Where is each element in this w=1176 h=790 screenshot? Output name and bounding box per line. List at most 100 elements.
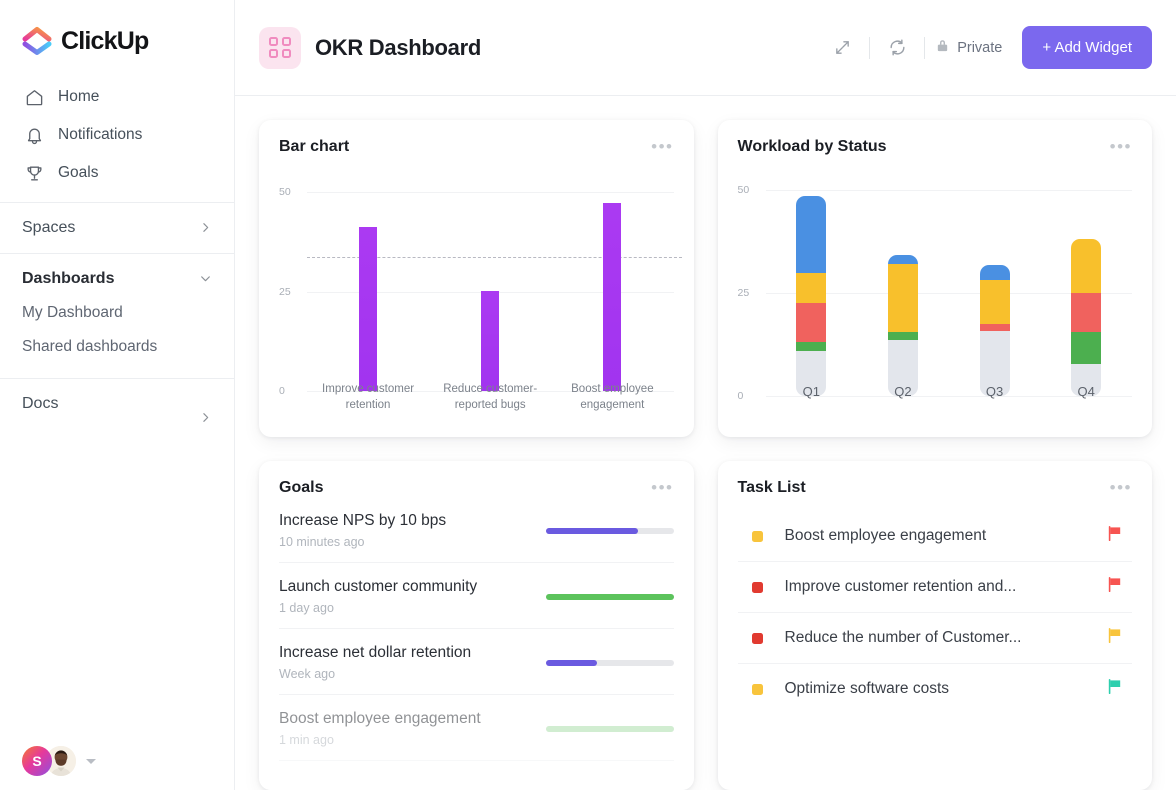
segment-complete bbox=[888, 255, 918, 264]
status-badge bbox=[752, 531, 763, 542]
status-badge bbox=[752, 684, 763, 695]
widget-workload-by-status: Workload by Status ••• 50 25 0 bbox=[718, 120, 1153, 437]
segment-in-progress bbox=[888, 332, 918, 340]
privacy-toggle[interactable]: Private bbox=[935, 38, 1002, 57]
goal-name: Increase NPS by 10 bps bbox=[279, 512, 546, 530]
chevron-right-icon bbox=[199, 221, 212, 236]
widget-menu-button[interactable]: ••• bbox=[1110, 479, 1132, 493]
goal-row[interactable]: Boost employee engagement 1 min ago bbox=[279, 695, 674, 761]
x-tick-label: Improve customer retention bbox=[302, 382, 434, 413]
stacked-bar bbox=[888, 255, 918, 396]
widget-title: Workload by Status bbox=[738, 138, 887, 156]
segment-review bbox=[796, 273, 826, 303]
home-icon bbox=[24, 87, 44, 107]
sidebar-item-label: Home bbox=[58, 88, 99, 106]
goal-progress-bar bbox=[546, 528, 674, 534]
user-menu[interactable]: S bbox=[0, 746, 96, 776]
trophy-icon bbox=[24, 163, 44, 183]
priority-flag-icon[interactable] bbox=[1108, 577, 1124, 597]
priority-flag-icon[interactable] bbox=[1108, 679, 1124, 699]
goal-progress-bar bbox=[546, 660, 674, 666]
widget-bar-chart: Bar chart ••• 50 25 0 Improve customer r… bbox=[259, 120, 694, 437]
app-root: ClickUp Home Notifications bbox=[0, 0, 1176, 790]
expand-arrows-icon[interactable] bbox=[825, 31, 859, 65]
main-area: OKR Dashboard bbox=[235, 0, 1176, 790]
segment-blocked bbox=[1071, 293, 1101, 332]
segment-in-progress bbox=[1071, 332, 1101, 364]
y-tick-label: 50 bbox=[279, 186, 301, 198]
task-row[interactable]: Boost employee engagement bbox=[738, 511, 1133, 562]
bar-group: Boost employee engagement bbox=[551, 170, 673, 420]
workload-chart: 50 25 0 bbox=[738, 168, 1133, 418]
stacked-plot: Q1 Q2 bbox=[766, 168, 1133, 418]
avatar[interactable]: S bbox=[22, 746, 52, 776]
task-row[interactable]: Optimize software costs bbox=[738, 664, 1133, 714]
spaces-label: Spaces bbox=[22, 219, 75, 237]
task-name: Reduce the number of Customer... bbox=[785, 629, 1109, 647]
widget-menu-button[interactable]: ••• bbox=[651, 138, 673, 152]
goal-progress-bar bbox=[546, 726, 674, 732]
stacked-bar bbox=[1071, 239, 1101, 396]
sidebar-item-dashboards[interactable]: Dashboards bbox=[0, 254, 234, 296]
y-tick-label: 25 bbox=[279, 286, 301, 298]
widget-task-list: Task List ••• Boost employee engagement … bbox=[718, 461, 1153, 790]
bar-group: Q2 bbox=[857, 168, 949, 418]
stacked-bar bbox=[796, 196, 826, 396]
x-tick-label: Q3 bbox=[986, 384, 1003, 399]
bar-group: Q3 bbox=[949, 168, 1041, 418]
bar-group: Q4 bbox=[1040, 168, 1132, 418]
dashboard-canvas: Bar chart ••• 50 25 0 Improve customer r… bbox=[235, 96, 1176, 790]
sidebar-item-goals[interactable]: Goals bbox=[0, 154, 234, 192]
task-row[interactable]: Improve customer retention and... bbox=[738, 562, 1133, 613]
bar-group: Q1 bbox=[766, 168, 858, 418]
bar-group: Improve customer retention bbox=[307, 170, 429, 420]
task-name: Boost employee engagement bbox=[785, 527, 1109, 545]
refresh-icon[interactable] bbox=[880, 31, 914, 65]
status-badge bbox=[752, 633, 763, 644]
stacked-bar bbox=[980, 265, 1010, 396]
segment-complete bbox=[796, 196, 826, 273]
sidebar-item-label: Notifications bbox=[58, 126, 142, 144]
goal-timestamp: 10 minutes ago bbox=[279, 535, 546, 549]
bell-icon bbox=[24, 125, 44, 145]
page-header: OKR Dashboard bbox=[235, 0, 1176, 96]
sidebar-item-my-dashboard[interactable]: My Dashboard bbox=[0, 296, 234, 330]
brand-name: ClickUp bbox=[61, 27, 148, 56]
chevron-down-icon[interactable] bbox=[86, 759, 96, 764]
goal-row[interactable]: Increase NPS by 10 bps 10 minutes ago bbox=[279, 497, 674, 563]
widget-menu-button[interactable]: ••• bbox=[1110, 138, 1132, 152]
brand-logo[interactable]: ClickUp bbox=[0, 0, 234, 74]
sidebar-item-home[interactable]: Home bbox=[0, 78, 234, 116]
add-widget-button[interactable]: + Add Widget bbox=[1022, 26, 1152, 69]
segment-blocked bbox=[980, 324, 1010, 331]
dashboard-grid-icon bbox=[259, 27, 301, 69]
status-badge bbox=[752, 582, 763, 593]
goal-row[interactable]: Increase net dollar retention Week ago bbox=[279, 629, 674, 695]
sidebar-item-spaces[interactable]: Spaces bbox=[0, 203, 234, 253]
widget-menu-button[interactable]: ••• bbox=[651, 479, 673, 493]
header-separator bbox=[924, 37, 925, 59]
goal-progress-bar bbox=[546, 594, 674, 600]
task-row[interactable]: Reduce the number of Customer... bbox=[738, 613, 1133, 664]
y-tick-label: 0 bbox=[738, 390, 760, 402]
priority-flag-icon[interactable] bbox=[1108, 526, 1124, 546]
goal-row[interactable]: Launch customer community 1 day ago bbox=[279, 563, 674, 629]
segment-review bbox=[980, 280, 1010, 324]
bar-group: Reduce customer-reported bugs bbox=[429, 170, 551, 420]
dashboards-label: Dashboards bbox=[22, 270, 114, 288]
sidebar-item-notifications[interactable]: Notifications bbox=[0, 116, 234, 154]
sidebar-item-shared-dashboards[interactable]: Shared dashboards bbox=[0, 330, 234, 364]
segment-complete bbox=[980, 265, 1010, 280]
docs-label: Docs bbox=[22, 395, 58, 413]
goal-name: Launch customer community bbox=[279, 578, 546, 596]
priority-flag-icon[interactable] bbox=[1108, 628, 1124, 648]
bar bbox=[359, 227, 377, 391]
task-list: Boost employee engagement Improve custom… bbox=[738, 511, 1133, 714]
goal-name: Boost employee engagement bbox=[279, 710, 546, 728]
content-fade bbox=[259, 764, 694, 790]
segment-blocked bbox=[796, 303, 826, 342]
privacy-label: Private bbox=[957, 40, 1002, 56]
sidebar-item-docs[interactable]: Docs bbox=[0, 379, 234, 426]
bar-plot: Improve customer retention Reduce custom… bbox=[307, 170, 674, 420]
x-tick-label: Q4 bbox=[1078, 384, 1095, 399]
